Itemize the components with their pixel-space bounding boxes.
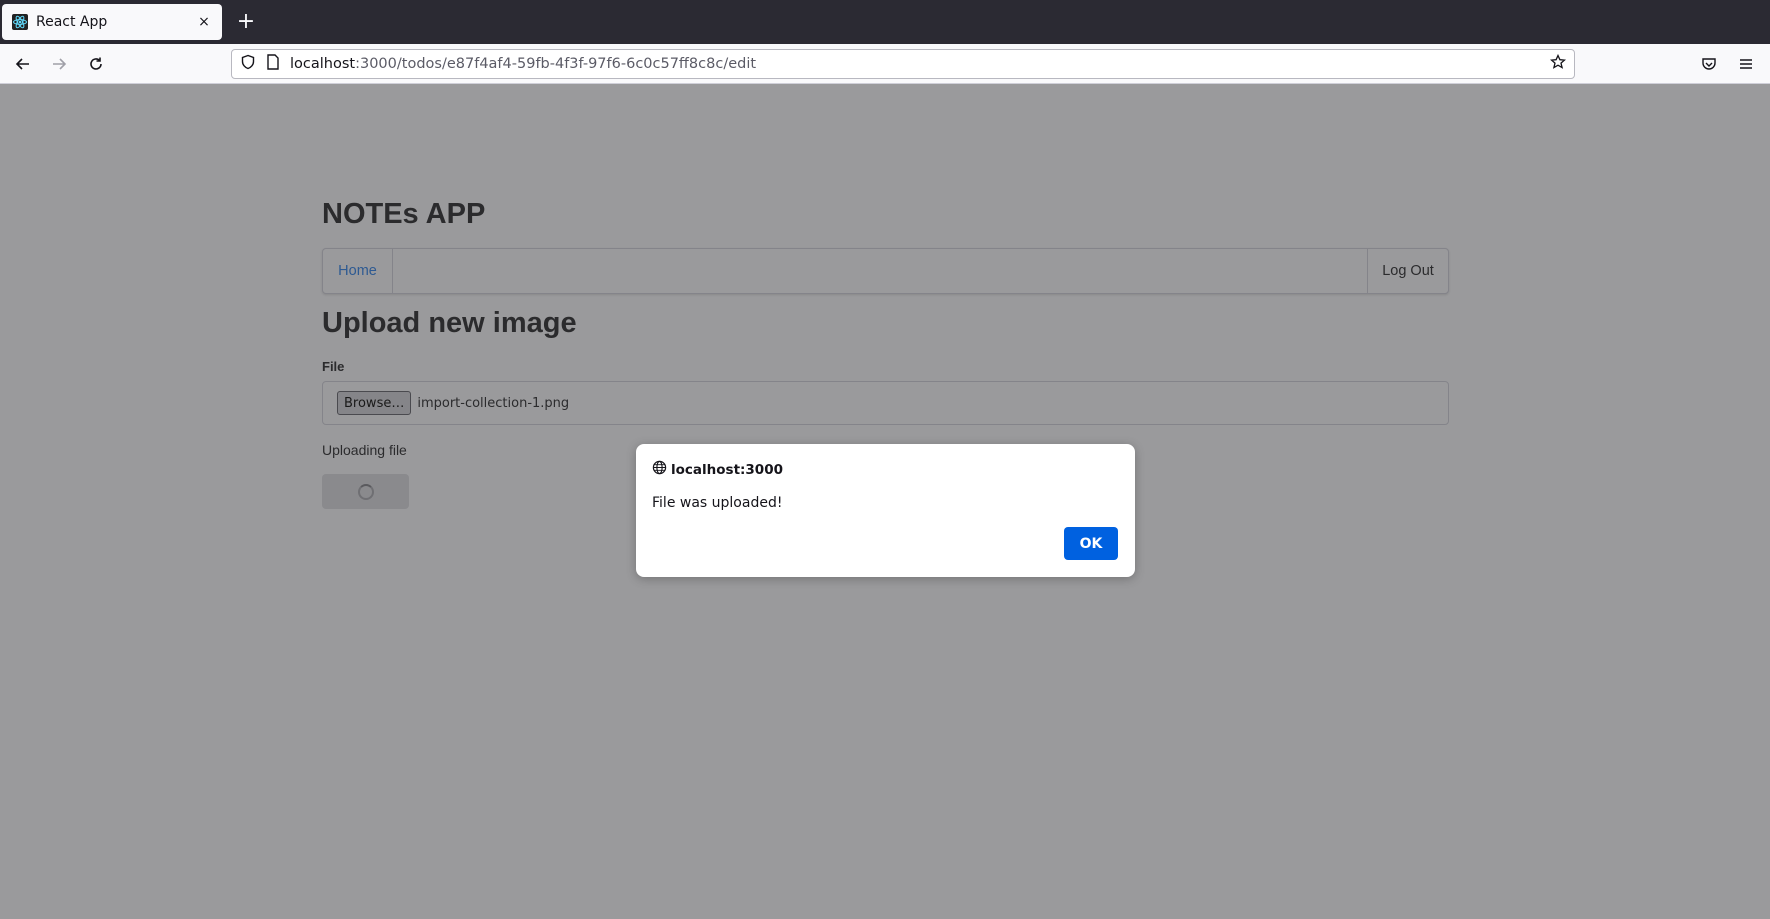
app-title: NOTEs APP [322, 198, 486, 230]
tab-strip: React App × + [0, 0, 1770, 44]
shield-icon[interactable] [240, 54, 256, 74]
url-bar[interactable]: localhost:3000/todos/e87f4af4-59fb-4f3f-… [231, 49, 1575, 79]
file-label: File [322, 359, 345, 374]
navigation-toolbar: localhost:3000/todos/e87f4af4-59fb-4f3f-… [0, 44, 1770, 84]
upload-button-loading[interactable] [322, 474, 409, 509]
star-icon[interactable] [1549, 53, 1567, 74]
file-input[interactable]: Browse… import-collection-1.png [322, 381, 1449, 425]
url-host: localhost [290, 56, 356, 72]
ok-button[interactable]: OK [1064, 527, 1118, 560]
globe-icon [652, 460, 667, 479]
plus-icon[interactable]: + [234, 10, 258, 34]
page-icon[interactable] [266, 54, 280, 74]
reload-icon[interactable] [84, 52, 108, 76]
browse-button[interactable]: Browse… [337, 391, 412, 415]
dialog-origin: localhost:3000 [671, 461, 783, 478]
hamburger-menu-icon[interactable] [1734, 52, 1758, 76]
url-text[interactable]: localhost:3000/todos/e87f4af4-59fb-4f3f-… [290, 56, 1550, 72]
tab-title: React App [36, 14, 108, 30]
pocket-icon[interactable] [1697, 52, 1721, 76]
url-path: :3000/todos/e87f4af4-59fb-4f3f-97f6-6c0c… [355, 56, 757, 72]
back-arrow-icon[interactable] [11, 52, 35, 76]
logout-button[interactable]: Log Out [1367, 249, 1448, 293]
menu-home-link[interactable]: Home [323, 249, 393, 293]
page-heading: Upload new image [322, 307, 577, 339]
react-favicon-icon [12, 14, 28, 30]
forward-arrow-icon[interactable] [47, 52, 71, 76]
tab-react-app[interactable]: React App × [2, 4, 222, 40]
spinner-icon [357, 483, 374, 500]
dialog-message: File was uploaded! [652, 495, 783, 511]
selected-file-name: import-collection-1.png [417, 395, 570, 411]
alert-dialog: localhost:3000 File was uploaded! OK [636, 444, 1135, 577]
close-icon[interactable]: × [196, 14, 212, 30]
upload-status: Uploading file [322, 442, 407, 458]
dialog-header: localhost:3000 [652, 460, 783, 479]
top-menu: Home Log Out [322, 248, 1449, 294]
